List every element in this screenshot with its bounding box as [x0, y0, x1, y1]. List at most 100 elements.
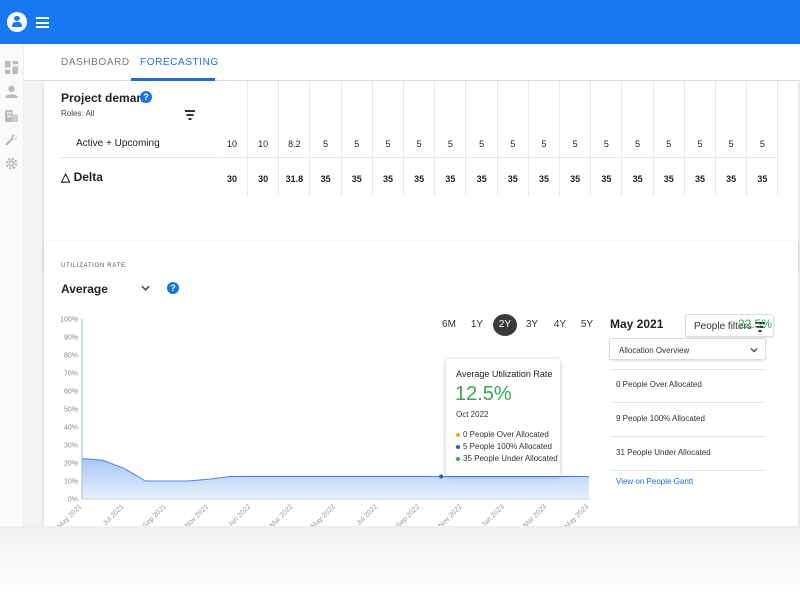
row-divider — [373, 157, 403, 158]
delta-value: 35 — [320, 174, 331, 184]
summary-divider — [610, 436, 766, 437]
delta-value: 35 — [663, 174, 674, 184]
y-tick-label: 50% — [64, 407, 78, 414]
delta-value: 30 — [258, 174, 269, 184]
active-upcoming-value: 5 — [666, 139, 672, 149]
row-label-active-upcoming: Active + Upcoming — [76, 138, 160, 149]
summary-divider — [610, 402, 766, 403]
active-upcoming-value: 5 — [385, 139, 391, 149]
active-upcoming-value: 5 — [603, 139, 609, 149]
sidebar — [0, 44, 24, 526]
tab-dashboard[interactable]: DASHBOARD — [61, 57, 130, 68]
blue-dot-icon — [456, 444, 460, 449]
tooltip-value: 12.5% — [455, 383, 512, 405]
y-tick-label: 100% — [60, 317, 78, 324]
delta-value: 35 — [601, 174, 612, 184]
summary-rate: 22.5% — [738, 317, 773, 331]
delta-value: 35 — [382, 174, 393, 184]
active-upcoming-value: 5 — [728, 139, 734, 149]
tooltip-title: Average Utilization Rate — [456, 369, 553, 379]
dropdown-value: Allocation Overview — [619, 346, 690, 355]
y-tick-label: 70% — [64, 371, 78, 378]
wrench-icon[interactable] — [5, 134, 18, 147]
row-divider — [591, 157, 622, 158]
average-select-label[interactable]: Average — [61, 282, 108, 296]
menu-icon[interactable] — [36, 17, 49, 28]
tab-forecasting[interactable]: FORECASTING — [140, 57, 219, 68]
active-upcoming-value: 8.2 — [288, 139, 301, 149]
delta-value: 35 — [414, 174, 425, 184]
row-divider — [60, 157, 216, 158]
active-upcoming-value: 5 — [572, 139, 578, 149]
x-tick-label: Jan 2022 — [227, 503, 252, 526]
x-tick-label: May 2023 — [564, 503, 591, 526]
building-icon[interactable] — [5, 109, 18, 122]
active-upcoming-value: 5 — [416, 139, 422, 149]
row-divider — [622, 157, 653, 158]
active-upcoming-value: 10 — [258, 139, 269, 149]
bottom-fade — [0, 526, 800, 600]
summary-divider — [610, 369, 766, 370]
row-divider — [310, 157, 341, 158]
delta-value: 35 — [570, 174, 581, 184]
x-tick-label: May 2022 — [310, 503, 337, 526]
main-content: DASHBOARD FORECASTING Project demand ? R… — [24, 44, 800, 526]
app-logo-icon[interactable] — [7, 12, 27, 32]
row-divider — [653, 157, 684, 158]
chart-tooltip: Average Utilization Rate 12.5% Oct 2022 … — [446, 359, 560, 476]
tooltip-item: 5 People 100% Allocated — [456, 442, 552, 451]
delta-value: 35 — [538, 174, 549, 184]
active-upcoming-value: 5 — [541, 139, 547, 149]
demand-filter-icon[interactable] — [182, 106, 198, 122]
row-divider — [341, 157, 372, 158]
x-tick-label: Mar 2022 — [269, 503, 295, 526]
y-tick-label: 0% — [68, 497, 78, 504]
hover-point[interactable] — [439, 474, 444, 479]
orange-dot-icon — [456, 432, 460, 437]
row-divider — [747, 157, 778, 158]
x-tick-label: Jul 2021 — [102, 503, 126, 526]
summary-month: May 2021 — [610, 317, 664, 331]
utilization-card: UTILIZATION RATE Average ? 6M 1Y 2Y 3Y 4… — [44, 241, 798, 526]
help-icon[interactable]: ? — [167, 282, 179, 294]
summary-under-allocated: 31 People Under Allocated — [616, 448, 711, 457]
active-upcoming-value: 5 — [635, 139, 641, 149]
row-divider — [716, 157, 747, 158]
delta-value: 35 — [507, 174, 518, 184]
top-app-bar — [0, 0, 800, 44]
delta-value: 35 — [632, 174, 643, 184]
x-tick-label: Sep 2022 — [395, 503, 421, 526]
x-tick-label: Sep 2021 — [142, 503, 168, 526]
x-tick-label: Nov 2022 — [438, 503, 464, 526]
x-tick-label: Jan 2023 — [481, 503, 506, 526]
active-upcoming-value: 5 — [354, 139, 360, 149]
y-tick-label: 30% — [64, 443, 78, 450]
column-divider — [777, 81, 779, 196]
y-tick-label: 80% — [64, 353, 78, 360]
row-divider — [497, 157, 528, 158]
row-divider — [217, 157, 247, 158]
x-tick-label: Mar 2023 — [522, 503, 548, 526]
row-label-delta: △ Delta — [61, 170, 103, 184]
person-icon[interactable] — [5, 85, 18, 98]
delta-value: 35 — [351, 174, 362, 184]
dashboard-icon[interactable] — [5, 61, 18, 74]
active-upcoming-value: 10 — [226, 139, 237, 149]
delta-value: 35 — [694, 174, 705, 184]
active-upcoming-value: 5 — [479, 139, 485, 149]
row-divider — [529, 157, 559, 158]
delta-value: 35 — [757, 174, 768, 184]
roles-label: Roles: All — [61, 109, 95, 118]
y-tick-label: 10% — [64, 479, 78, 486]
active-upcoming-value: 5 — [510, 139, 516, 149]
active-upcoming-value: 5 — [759, 139, 765, 149]
chevron-down-icon[interactable] — [141, 285, 150, 291]
gear-icon[interactable] — [5, 157, 18, 170]
row-divider — [404, 157, 435, 158]
view-people-gantt-link[interactable]: View on People Gantt — [616, 477, 693, 486]
row-divider — [279, 157, 310, 158]
help-icon[interactable]: ? — [140, 91, 152, 103]
tab-bar: DASHBOARD FORECASTING — [24, 44, 800, 81]
allocation-overview-dropdown[interactable]: Allocation Overview — [609, 338, 766, 360]
tooltip-date: Oct 2022 — [456, 410, 489, 419]
